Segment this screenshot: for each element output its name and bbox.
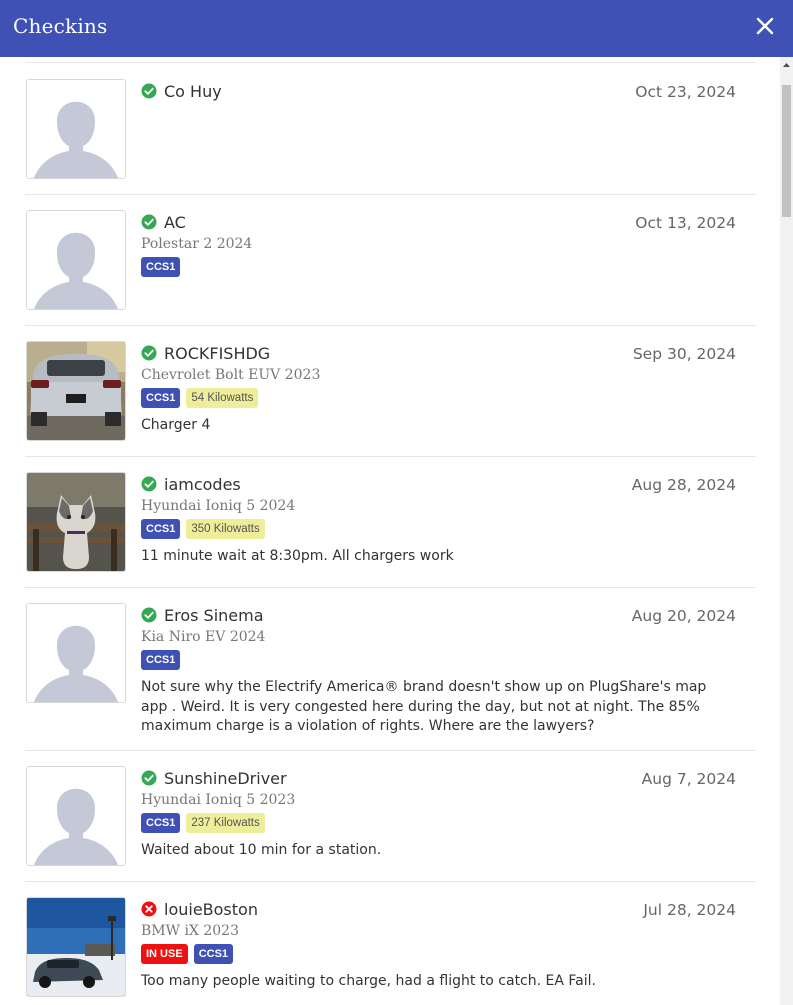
checkin-date: Oct 23, 2024 <box>635 83 736 101</box>
badge-row: CCS1 <box>141 257 181 277</box>
checkin-date: Aug 7, 2024 <box>641 770 736 788</box>
checkin-item: louieBoston Jul 28, 2024 BMW iX 2023 IN … <box>25 881 756 1005</box>
failure-x-icon <box>141 901 157 917</box>
checkin-date: Jul 28, 2024 <box>643 901 736 919</box>
checkin-item: Eros Sinema Aug 20, 2024 Kia Niro EV 202… <box>25 587 756 751</box>
scrollbar-thumb[interactable] <box>782 85 791 217</box>
avatar-placeholder <box>26 603 126 703</box>
avatar-placeholder <box>26 210 126 310</box>
badge-row: CCS1 <box>141 650 181 670</box>
user-name[interactable]: AC <box>164 213 186 232</box>
checkin-item: Co Huy Oct 23, 2024 <box>25 63 756 195</box>
checkin-date: Aug 28, 2024 <box>631 476 736 494</box>
vehicle-model: Polestar 2 2024 <box>141 236 253 252</box>
user-name[interactable]: Eros Sinema <box>164 606 264 625</box>
avatar-placeholder <box>26 766 126 866</box>
checkin-list[interactable]: Co Huy Oct 23, 2024 AC Oct 13, 2024 Pole… <box>0 57 780 1005</box>
vehicle-model: Hyundai Ioniq 5 2024 <box>141 498 296 514</box>
scroll-up-arrow-icon[interactable] <box>780 57 793 73</box>
checkin-photo[interactable] <box>26 897 126 997</box>
user-name[interactable]: louieBoston <box>164 900 258 919</box>
checkin-date: Sep 30, 2024 <box>632 345 736 363</box>
success-check-icon <box>141 345 157 361</box>
badge-row: CCS1 54 Kilowatts <box>141 388 259 408</box>
success-check-icon <box>141 607 157 623</box>
vehicle-model: Kia Niro EV 2024 <box>141 629 266 645</box>
checkin-comment: Not sure why the Electrify America® bran… <box>141 679 707 734</box>
vehicle-model: BMW iX 2023 <box>141 923 239 939</box>
power-badge: 54 Kilowatts <box>186 388 259 408</box>
vehicle-model: Hyundai Ioniq 5 2023 <box>141 792 296 808</box>
avatar-placeholder <box>26 79 126 179</box>
badge-row: IN USE CCS1 <box>141 944 234 964</box>
checkin-comment: Too many people waiting to charge, had a… <box>141 973 596 989</box>
vehicle-model: Chevrolet Bolt EUV 2023 <box>141 367 321 383</box>
checkin-item: iamcodes Aug 28, 2024 Hyundai Ioniq 5 20… <box>25 456 756 588</box>
power-badge: 350 Kilowatts <box>186 519 265 539</box>
checkin-comment: Charger 4 <box>141 417 211 433</box>
connector-badge: CCS1 <box>141 257 181 277</box>
connector-badge: CCS1 <box>141 650 181 670</box>
user-name[interactable]: ROCKFISHDG <box>164 344 270 363</box>
checkin-item: AC Oct 13, 2024 Polestar 2 2024 CCS1 <box>25 194 756 326</box>
connector-badge: CCS1 <box>141 388 181 408</box>
close-icon[interactable] <box>752 12 778 40</box>
success-check-icon <box>141 214 157 230</box>
vertical-scrollbar[interactable] <box>780 57 793 1005</box>
power-badge: 237 Kilowatts <box>186 813 265 833</box>
checkin-comment: Waited about 10 min for a station. <box>141 842 382 858</box>
dialog-title: Checkins <box>13 14 108 38</box>
connector-badge: CCS1 <box>141 813 181 833</box>
dialog-header: Checkins <box>0 0 793 57</box>
user-name[interactable]: Co Huy <box>164 82 222 101</box>
connector-badge: CCS1 <box>141 519 181 539</box>
user-name[interactable]: SunshineDriver <box>164 769 287 788</box>
checkin-item: ROCKFISHDG Sep 30, 2024 Chevrolet Bolt E… <box>25 325 756 457</box>
in-use-badge: IN USE <box>141 944 188 964</box>
success-check-icon <box>141 476 157 492</box>
checkin-photo[interactable] <box>26 472 126 572</box>
checkin-date: Oct 13, 2024 <box>635 214 736 232</box>
connector-badge: CCS1 <box>193 944 234 964</box>
badge-row: CCS1 237 Kilowatts <box>141 813 265 833</box>
badge-row: CCS1 350 Kilowatts <box>141 519 265 539</box>
checkin-date: Aug 20, 2024 <box>631 607 736 625</box>
checkin-item: SunshineDriver Aug 7, 2024 Hyundai Ioniq… <box>25 750 756 882</box>
checkin-photo[interactable] <box>26 341 126 441</box>
success-check-icon <box>141 83 157 99</box>
success-check-icon <box>141 770 157 786</box>
user-name[interactable]: iamcodes <box>164 475 241 494</box>
checkin-comment: 11 minute wait at 8:30pm. All chargers w… <box>141 548 454 564</box>
